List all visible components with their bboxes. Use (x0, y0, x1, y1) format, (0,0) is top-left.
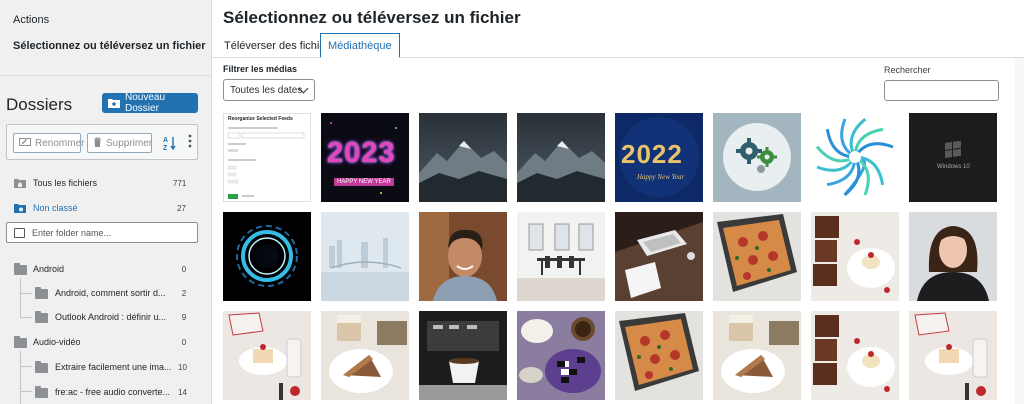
modal-title: Sélectionnez ou téléversez un fichier (223, 8, 521, 27)
media-thumb-gears[interactable] (713, 113, 801, 202)
media-thumb-brownie-dessert[interactable] (811, 212, 899, 301)
new-folder-label: Nouveau Dossier (125, 92, 166, 114)
folder-icon (14, 263, 27, 275)
media-thumb-cake-table-2[interactable] (909, 311, 997, 400)
media-thumb-mountains-1[interactable] (419, 113, 507, 202)
folder-count: 14 (178, 388, 187, 397)
folder-icon (35, 386, 48, 398)
new-folder-button[interactable]: Nouveau Dossier (102, 92, 198, 114)
media-thumb-feeds-screenshot[interactable]: Reorganize Selected Feeds (223, 113, 311, 202)
folder-label: Extraire facilement une ima... (55, 362, 172, 372)
trash-icon (93, 137, 102, 150)
thumb-year: 2023 (327, 137, 396, 169)
folder-uncategorized[interactable]: Non classé 27 (0, 198, 211, 218)
folder-item[interactable]: Android 0 (0, 259, 211, 279)
folder-item[interactable]: Android, comment sortir d... 2 (0, 283, 211, 303)
thumb-subtitle: Happy New Year (637, 173, 685, 181)
search-label: Rechercher (884, 65, 931, 75)
folder-count: 0 (181, 265, 187, 274)
folder-uncategorized-count: 27 (177, 204, 186, 213)
folder-icon (35, 361, 48, 373)
media-thumb-breakfast-table[interactable] (517, 311, 605, 400)
action-select-upload[interactable]: Sélectionnez ou téléversez un fichier (13, 40, 206, 52)
uncategorized-folder-icon (14, 203, 26, 216)
folder-item[interactable]: Outlook Android : définir u... 9 (0, 307, 211, 327)
media-thumb-coffee-cake[interactable] (321, 311, 409, 400)
folder-count: 10 (178, 363, 187, 372)
folder-icon (35, 287, 48, 299)
folder-search-placeholder: Enter folder name... (32, 227, 112, 238)
media-thumb-cake-table-1[interactable] (223, 311, 311, 400)
date-filter-value: Toutes les dates (230, 84, 303, 96)
thumb-year: 2022 (621, 139, 683, 169)
folder-label: fre:ac - free audio converte... (55, 387, 171, 397)
folder-item[interactable]: fre:ac - free audio converte... 14 (0, 382, 211, 402)
folder-all-files[interactable]: Tous les fichiers 771 (0, 173, 211, 193)
folder-all-files-count: 771 (173, 179, 187, 188)
actions-heading: Actions (13, 14, 50, 26)
media-thumb-pizza[interactable] (713, 212, 801, 301)
folder-toolbar: Renommer Supprimer AZ (6, 124, 198, 160)
media-modal: Sélectionnez ou téléversez un fichier Té… (212, 0, 1024, 404)
folder-label: Android (33, 264, 65, 274)
media-thumb-windows10[interactable]: Windows 10 (909, 113, 997, 202)
folder-icon (35, 311, 48, 323)
media-thumb-brownie-dessert-2[interactable] (811, 311, 899, 400)
more-options-icon[interactable] (186, 134, 194, 152)
folder-item[interactable]: Extraire facilement une ima... 10 (0, 357, 211, 377)
media-thumb-pizza-2[interactable] (615, 311, 703, 400)
media-search-input[interactable] (884, 80, 999, 101)
folder-item[interactable]: Audio-vidéo 0 (0, 332, 211, 352)
thumb-subtitle: HAPPY NEW YEAR (334, 178, 394, 186)
media-thumb-mountains-2[interactable] (517, 113, 605, 202)
delete-button[interactable]: Supprimer (87, 133, 152, 153)
media-thumb-laptop-desk[interactable] (615, 212, 703, 301)
folder-all-files-label: Tous les fichiers (33, 178, 98, 188)
media-scrollbar[interactable] (1015, 58, 1024, 404)
delete-label: Supprimer (106, 137, 153, 149)
thumb-os-label: Windows 10 (937, 164, 970, 170)
media-thumb-coffee-cake-2[interactable] (713, 311, 801, 400)
folders-sidebar: Actions Sélectionnez ou téléversez un fi… (0, 0, 212, 404)
media-thumb-portal[interactable] (223, 212, 311, 301)
folder-search-icon (14, 228, 25, 238)
date-filter-select[interactable]: Toutes les dates (223, 79, 315, 101)
media-thumb-2022[interactable]: 2022 Happy New Year (615, 113, 703, 202)
media-thumb-spiral[interactable] (811, 113, 899, 202)
svg-text:A: A (163, 137, 168, 144)
sidebar-divider (0, 75, 211, 76)
folder-count: 2 (181, 289, 187, 298)
rename-button[interactable]: Renommer (13, 133, 85, 153)
modal-tabs: Téléverser des fichiers Médiathèque (212, 33, 1024, 58)
media-thumb-2023[interactable]: 2023 HAPPY NEW YEAR (321, 113, 409, 202)
folder-plus-icon (108, 98, 120, 108)
media-thumb-man-portrait[interactable] (419, 212, 507, 301)
media-thumb-dining-room[interactable] (517, 212, 605, 301)
folders-heading: Dossiers (6, 95, 73, 114)
rename-label: Renommer (35, 137, 85, 149)
folder-icon (14, 336, 27, 348)
home-folder-icon (14, 178, 26, 190)
folder-label: Android, comment sortir d... (55, 288, 166, 298)
folder-label: Outlook Android : définir u... (55, 312, 167, 322)
rename-icon (19, 137, 31, 149)
svg-text:Z: Z (163, 145, 168, 152)
filter-label: Filtrer les médias (223, 64, 298, 74)
media-thumb-foggy-city[interactable] (321, 212, 409, 301)
folder-search-input[interactable]: Enter folder name... (6, 222, 198, 243)
tab-media-library[interactable]: Médiathèque (320, 33, 400, 58)
folder-count: 0 (181, 338, 187, 347)
media-thumb-espresso-machine[interactable] (419, 311, 507, 400)
folder-label: Audio-vidéo (33, 337, 81, 347)
folder-uncategorized-label: Non classé (33, 203, 78, 213)
folder-count: 9 (181, 313, 187, 322)
sort-icon[interactable]: AZ (163, 134, 177, 152)
media-thumb-woman-portrait[interactable] (909, 212, 997, 301)
thumb-title: Reorganize Selected Feeds (228, 116, 293, 122)
